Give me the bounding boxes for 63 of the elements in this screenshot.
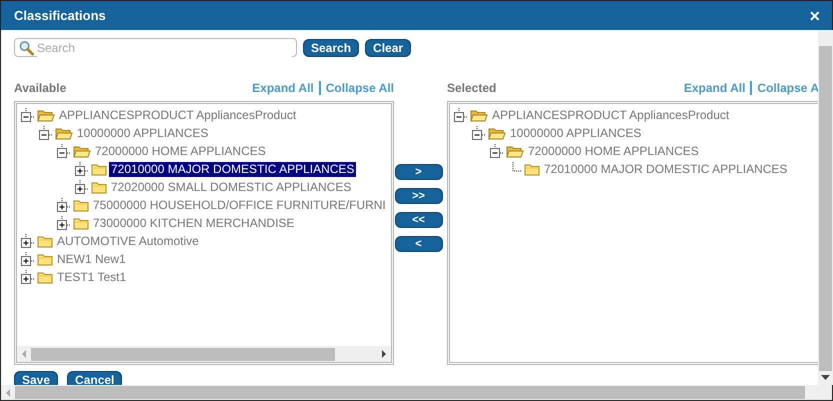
scroll-right-icon[interactable] <box>381 350 387 358</box>
expand-icon[interactable] <box>57 198 71 212</box>
tree-item[interactable]: 72010000 MAJOR DOMESTIC APPLIANCES <box>542 162 790 176</box>
vertical-scrollbar[interactable] <box>818 30 833 385</box>
expand-icon[interactable] <box>21 252 35 266</box>
tree-item[interactable]: 72000000 HOME APPLIANCES <box>526 144 701 158</box>
collapse-all-link[interactable]: Collapse All <box>326 79 394 97</box>
folder-icon <box>37 252 53 266</box>
panel-label: Available <box>14 80 66 97</box>
tree-item[interactable]: 10000000 APPLIANCES <box>75 126 210 140</box>
collapse-icon[interactable] <box>454 108 468 122</box>
collapse-icon[interactable] <box>21 108 35 122</box>
tree-item[interactable]: APPLIANCESPRODUCT AppliancesProduct <box>57 108 298 122</box>
tree-item[interactable]: 75000000 HOUSEHOLD/OFFICE FURNITURE/FURNI <box>91 198 388 212</box>
cancel-button[interactable]: Cancel <box>67 371 122 385</box>
horizontal-scrollbar[interactable] <box>1 385 832 400</box>
scroll-down-icon[interactable] <box>821 375 830 381</box>
collapse-icon[interactable] <box>490 144 504 158</box>
expand-all-link[interactable]: Expand All <box>252 79 314 97</box>
expand-icon[interactable] <box>21 234 35 248</box>
expand-icon[interactable] <box>75 180 89 194</box>
expand-all-link[interactable]: Expand All <box>684 79 746 97</box>
tree-item[interactable]: 10000000 APPLIANCES <box>508 126 644 140</box>
tree-item[interactable]: 73000000 KITCHEN MERCHANDISE <box>91 216 296 230</box>
add-all-button[interactable]: >> <box>394 188 442 204</box>
close-button[interactable]: × <box>809 6 820 24</box>
panel-label: Selected <box>447 80 496 97</box>
folder-icon <box>91 180 107 194</box>
search-icon <box>19 40 34 56</box>
open-folder-icon <box>506 144 524 158</box>
folder-icon <box>73 198 89 212</box>
remove-all-button[interactable]: << <box>394 212 442 228</box>
search-field[interactable]: Search <box>14 38 297 57</box>
folder-icon <box>524 162 540 176</box>
open-folder-icon <box>488 126 506 140</box>
tree-item[interactable]: NEW1 New1 <box>55 252 128 266</box>
window-title: Classifications <box>14 6 106 25</box>
folder-icon <box>73 216 89 230</box>
open-folder-icon <box>470 108 488 122</box>
horizontal-scrollbar[interactable] <box>17 346 391 362</box>
tree-item[interactable]: 72000000 HOME APPLIANCES <box>93 144 268 158</box>
collapse-icon[interactable] <box>472 126 486 140</box>
search-button[interactable]: Search <box>303 38 360 56</box>
open-folder-icon <box>37 108 55 122</box>
save-button[interactable]: Save <box>14 371 58 385</box>
folder-icon <box>37 270 53 284</box>
tree-item[interactable]: TEST1 Test1 <box>55 270 128 284</box>
collapse-icon[interactable] <box>57 144 71 158</box>
tree-item[interactable]: APPLIANCESPRODUCT AppliancesProduct <box>490 108 732 122</box>
expand-icon[interactable] <box>21 270 35 284</box>
expand-icon[interactable] <box>57 216 71 230</box>
tree-item[interactable]: 72020000 SMALL DOMESTIC APPLIANCES <box>109 180 354 194</box>
tree-item[interactable]: 72010000 MAJOR DOMESTIC APPLIANCES <box>109 162 356 176</box>
remove-button[interactable]: < <box>394 236 442 252</box>
open-folder-icon <box>73 144 91 158</box>
open-folder-icon <box>55 126 73 140</box>
folder-icon <box>91 162 107 176</box>
folder-icon <box>37 234 53 248</box>
expand-icon[interactable] <box>75 162 89 176</box>
clear-button[interactable]: Clear <box>365 38 412 56</box>
add-button[interactable]: > <box>394 164 442 180</box>
collapse-icon[interactable] <box>39 126 53 140</box>
tree-item[interactable]: AUTOMOTIVE Automotive <box>55 234 201 248</box>
